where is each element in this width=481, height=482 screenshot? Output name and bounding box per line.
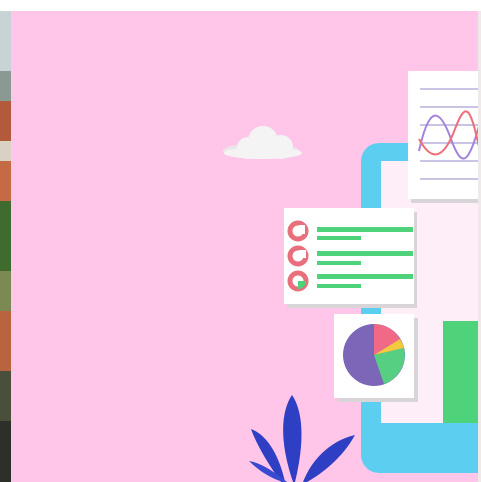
- line-chart-card-icon: [408, 71, 478, 203]
- background-photo-edge: [0, 11, 11, 482]
- screenshot-frame: [0, 0, 481, 482]
- pie-chart-card-icon: [334, 314, 418, 402]
- top-margin: [0, 0, 481, 11]
- checklist-card-icon: [284, 208, 417, 308]
- illustration-slide: [11, 11, 478, 482]
